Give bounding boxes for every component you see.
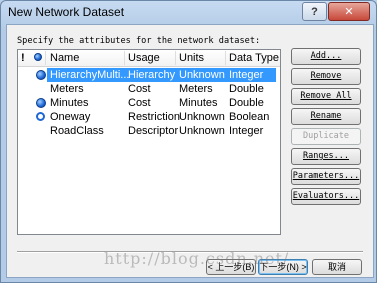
- cell-name: Oneway: [50, 111, 91, 123]
- cell-usage: Cost: [128, 97, 151, 109]
- dialog-window: New Network Dataset ? ✕ Specify the attr…: [0, 0, 377, 283]
- close-button[interactable]: ✕: [328, 2, 370, 21]
- add-button[interactable]: Add...: [291, 48, 361, 65]
- table-row[interactable]: RoadClass Descriptor Unknown Integer: [18, 124, 280, 138]
- cell-name: Meters: [50, 83, 84, 95]
- cell-units: Unknown: [179, 69, 225, 81]
- cell-usage: Hierarchy: [128, 69, 176, 81]
- window-title: New Network Dataset: [8, 5, 125, 19]
- cell-name: RoadClass: [50, 125, 104, 137]
- table-row[interactable]: Oneway Restriction Unknown Boolean: [18, 110, 280, 124]
- header-units[interactable]: Units: [179, 52, 204, 64]
- watermark-text: http://blog.csdn.net/: [104, 249, 290, 268]
- cell-units: Minutes: [179, 97, 218, 109]
- cell-units: Unknown: [179, 125, 225, 137]
- default-attribute-icon: [36, 98, 46, 108]
- help-button[interactable]: ?: [302, 2, 327, 21]
- default-attribute-icon: [36, 70, 46, 80]
- cell-data-type: Double: [229, 83, 264, 95]
- dialog-body: Specify the attributes for the network d…: [6, 24, 374, 278]
- remove-button[interactable]: Remove: [291, 68, 361, 85]
- attributes-list[interactable]: ! Name Usage Units Data Type HierarchyMu…: [17, 49, 281, 235]
- table-row[interactable]: HierarchyMulti... Hierarchy Unknown Integer: [47, 68, 276, 82]
- table-row[interactable]: Meters Cost Meters Double: [18, 82, 280, 96]
- evaluators-button[interactable]: Evaluators...: [291, 188, 361, 205]
- instruction-text: Specify the attributes for the network d…: [17, 36, 261, 46]
- header-required[interactable]: !: [21, 52, 25, 64]
- cell-name: HierarchyMulti...: [50, 69, 130, 81]
- cell-data-type: Boolean: [229, 111, 270, 123]
- default-attribute-icon: [36, 112, 45, 121]
- title-bar[interactable]: New Network Dataset ? ✕: [1, 1, 376, 23]
- duplicate-button[interactable]: Duplicate: [291, 128, 361, 145]
- cell-data-type: Double: [229, 97, 264, 109]
- cell-name: Minutes: [50, 97, 89, 109]
- table-row[interactable]: Minutes Cost Minutes Double: [18, 96, 280, 110]
- rename-button[interactable]: Rename: [291, 108, 361, 125]
- list-header: ! Name Usage Units Data Type: [18, 50, 280, 67]
- header-usage[interactable]: Usage: [128, 52, 160, 64]
- header-name[interactable]: Name: [50, 52, 79, 64]
- header-data-type[interactable]: Data Type: [229, 52, 279, 64]
- cell-units: Unknown: [179, 111, 225, 123]
- default-header-icon: [34, 53, 42, 61]
- cancel-button[interactable]: 取消: [312, 259, 362, 275]
- cell-units: Meters: [179, 83, 213, 95]
- cell-usage: Restriction: [128, 111, 180, 123]
- parameters-button[interactable]: Parameters...: [291, 168, 361, 185]
- ranges-button[interactable]: Ranges...: [291, 148, 361, 165]
- remove-all-button[interactable]: Remove All: [291, 88, 361, 105]
- cell-usage: Descriptor: [128, 125, 179, 137]
- cell-usage: Cost: [128, 83, 151, 95]
- cell-data-type: Integer: [229, 69, 264, 81]
- cell-data-type: Integer: [229, 125, 264, 137]
- title-buttons: ? ✕: [302, 2, 370, 21]
